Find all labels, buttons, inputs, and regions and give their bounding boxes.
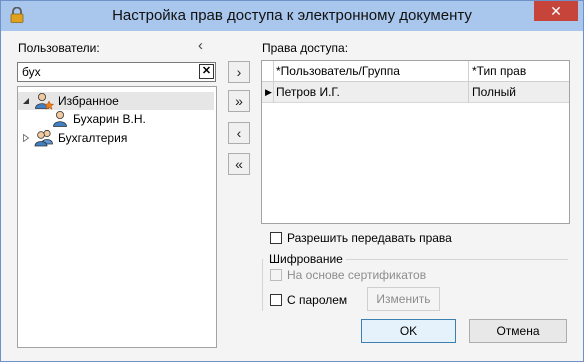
- change-password-button[interactable]: Изменить: [367, 287, 440, 311]
- window-title: Настройка прав доступа к электронному до…: [112, 7, 472, 24]
- rights-label: Права доступа:: [262, 41, 349, 55]
- cancel-button[interactable]: Отмена: [469, 319, 567, 343]
- search-input[interactable]: бух ✕: [17, 62, 216, 82]
- certificates-checkbox[interactable]: [270, 269, 282, 281]
- group-divider: [346, 259, 568, 260]
- tree-item-favorites[interactable]: Избранное: [18, 92, 214, 110]
- rights-table[interactable]: *Пользователь/Группа *Тип прав ▶ Петров …: [261, 60, 570, 224]
- tree-item-label: Избранное: [58, 94, 119, 108]
- tree-item-accounting[interactable]: Бухгалтерия: [18, 129, 214, 147]
- certificates-label: На основе сертификатов: [287, 268, 427, 282]
- remove-button[interactable]: ‹: [228, 122, 250, 144]
- cell-type[interactable]: Полный: [472, 85, 516, 99]
- favorites-user-icon: [35, 93, 54, 110]
- ok-button[interactable]: OK: [361, 319, 456, 343]
- allow-transfer-label: Разрешить передавать права: [287, 231, 452, 245]
- add-all-button[interactable]: »: [228, 90, 250, 112]
- users-tree: Избранное Бухарин В.Н. Бухгалтерия: [17, 86, 217, 348]
- table-row[interactable]: ▶ Петров И.Г. Полный: [262, 82, 569, 103]
- encryption-title: Шифрование: [269, 252, 343, 266]
- collapsed-arrow-icon[interactable]: [22, 134, 30, 142]
- remove-all-button[interactable]: «: [228, 153, 250, 175]
- column-header-user[interactable]: *Пользователь/Группа: [276, 64, 400, 78]
- allow-transfer-checkbox[interactable]: [270, 232, 282, 244]
- password-checkbox[interactable]: [270, 294, 282, 306]
- clear-search-button[interactable]: ✕: [199, 64, 214, 79]
- user-icon: [53, 111, 67, 127]
- column-divider: [273, 61, 274, 103]
- column-divider: [468, 61, 469, 103]
- search-value: бух: [22, 65, 41, 79]
- close-button[interactable]: ✕: [534, 1, 578, 21]
- users-label: Пользователи:: [18, 41, 100, 55]
- tree-item-label: Бухарин В.Н.: [73, 112, 146, 126]
- row-marker-icon: ▶: [265, 87, 272, 97]
- cell-user[interactable]: Петров И.Г.: [276, 85, 340, 99]
- table-header: *Пользователь/Группа *Тип прав: [262, 61, 569, 82]
- column-header-type[interactable]: *Тип прав: [472, 64, 526, 78]
- tree-item-label: Бухгалтерия: [58, 131, 128, 145]
- group-icon: [34, 129, 53, 147]
- expanded-arrow-icon[interactable]: [22, 97, 30, 105]
- collapse-icon[interactable]: ‹: [198, 37, 203, 54]
- tree-item-user[interactable]: Бухарин В.Н.: [18, 110, 214, 128]
- password-label: С паролем: [287, 293, 348, 307]
- title-bar[interactable]: Настройка прав доступа к электронному до…: [1, 1, 583, 31]
- add-button[interactable]: ›: [228, 61, 250, 83]
- dialog-window: Настройка прав доступа к электронному до…: [0, 0, 584, 362]
- group-divider: [262, 259, 263, 311]
